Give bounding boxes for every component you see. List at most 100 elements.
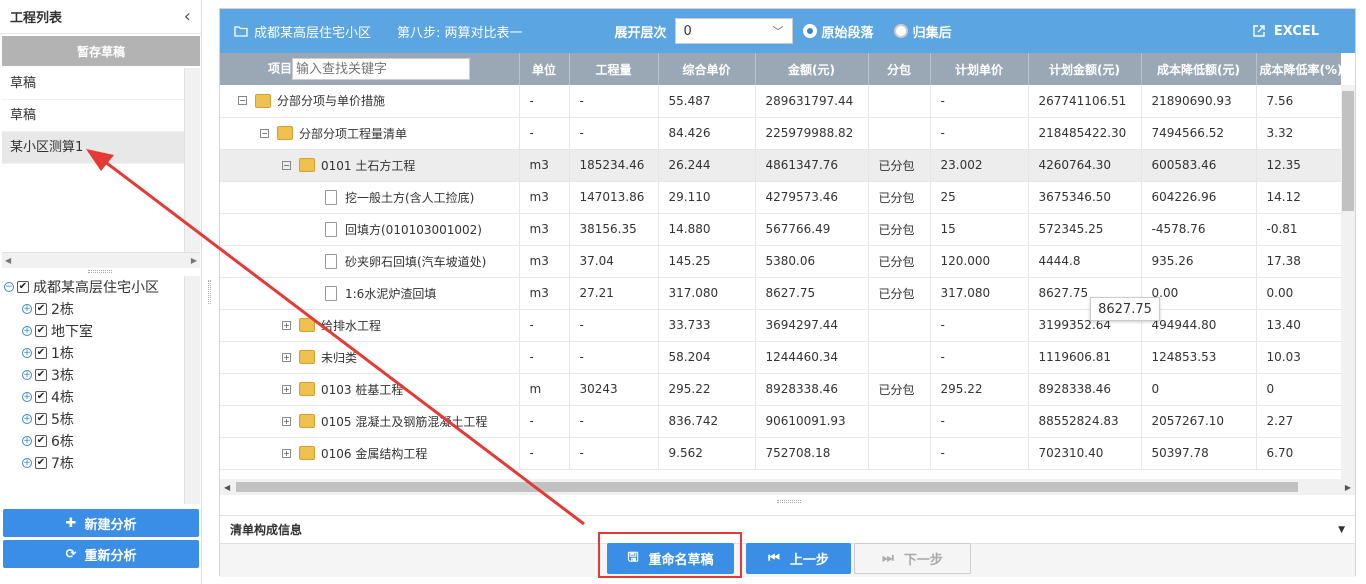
table-row[interactable]: +0103 桩基工程 m 30243 295.22 8928338.46 已分包 295.2… [220,373,1341,406]
cell-rate[interactable]: 12.35 [1256,149,1341,182]
cell-amount[interactable]: 752708.18 [755,437,869,470]
cell-plan-amount[interactable]: 218485422.30 [1028,117,1142,150]
tree-node[interactable]: + ✔ 6栋 [2,430,184,452]
scroll-left-arrow-icon[interactable]: ◀ [224,483,230,492]
cell-qty[interactable]: 30243 [569,373,659,406]
checkbox-checked-icon[interactable]: ✔ [35,347,47,359]
cell-unit[interactable]: - [519,405,570,438]
panel-splitter-handle[interactable] [88,270,112,273]
cell-project[interactable]: 1:6水泥炉渣回填 [220,277,520,310]
radio-unselected-icon[interactable] [893,24,908,38]
checkbox-checked-icon[interactable]: ✔ [35,413,47,425]
table-row[interactable]: + 未归类 - -58.204 1244460.34-1119606.81 124853.… [220,341,1341,374]
draft-list-hscrollbar[interactable]: ◀ ▶ [2,252,200,268]
cell-amount[interactable]: 8928338.46 [755,373,869,406]
col-header[interactable]: 成本降低额(元) [1141,53,1257,85]
table-row[interactable]: − 分部分项与单价措施 - -55.487 289631797.44-267741106… [220,85,1341,118]
cell-project[interactable]: 回填方(010103001002) [220,213,520,246]
cell-plan-amount[interactable]: 3675346.50 [1028,181,1142,214]
cell-reduce[interactable]: 7494566.52 [1141,117,1257,150]
col-header[interactable]: 金额(元) [755,53,869,85]
cell-qty[interactable]: 38156.35 [569,213,659,246]
cell-amount[interactable]: 567766.49 [755,213,869,246]
cell-qty[interactable]: - [569,405,659,438]
tree-node[interactable]: + ✔ 1栋 [2,342,184,364]
cell-plan-amount[interactable]: 1119606.81 [1028,341,1142,374]
cell-qty[interactable]: 37.04 [569,245,659,278]
cell-rate[interactable]: 3.32 [1256,117,1341,150]
cell-plan-price[interactable]: - [930,117,1029,150]
vertical-splitter[interactable] [203,0,218,584]
cell-plan-price[interactable]: - [930,437,1029,470]
cell-amount[interactable]: 4279573.46 [755,181,869,214]
col-header[interactable]: 单位 [519,53,570,85]
cell-sub[interactable] [868,437,931,470]
expand-toggle-icon[interactable]: + [282,448,291,458]
cell-qty[interactable]: - [569,437,659,470]
cell-sub[interactable] [868,117,931,150]
tree-expand-icon[interactable]: + [22,304,32,314]
tree-expand-icon[interactable]: + [22,458,32,468]
cell-price[interactable]: 317.080 [658,277,756,310]
horizontal-splitter-grip[interactable] [777,500,801,503]
expand-toggle-icon[interactable]: + [282,384,291,394]
cell-unit[interactable]: m3 [519,149,570,182]
expand-toggle-icon[interactable]: + [282,320,291,330]
search-input[interactable] [292,58,471,80]
cell-unit[interactable]: - [519,85,570,118]
col-header[interactable]: 计划金额(元) [1028,53,1142,85]
detail-section-header[interactable]: 清单构成信息 ▼ [220,515,1355,543]
cell-project[interactable]: +0103 桩基工程 [220,373,520,406]
draft-list-vscrollbar[interactable] [184,68,200,252]
cell-plan-price[interactable]: 23.002 [930,149,1029,182]
cell-price[interactable]: 29.110 [658,181,756,214]
cell-unit[interactable]: - [519,437,570,470]
table-row[interactable]: 砂夹卵石回填(汽车坡道处) m3 37.04 145.25 5380.06 已分包 120.… [220,245,1341,278]
cell-plan-price[interactable]: 25 [930,181,1029,214]
table-row[interactable]: − 0101 土石方工程 m3 185234.46 26.244 4861347.76 已分… [220,149,1341,182]
cell-unit[interactable]: m3 [519,245,570,278]
tree-expand-icon[interactable]: + [22,326,32,336]
collapse-chevron-icon[interactable]: ‹ [184,6,191,27]
tree-root[interactable]: − ✔ 成都某高层住宅小区 [2,276,184,298]
cell-qty[interactable]: 27.21 [569,277,659,310]
cell-rate[interactable]: 0 [1256,373,1341,406]
expand-toggle-icon[interactable]: + [282,416,291,426]
cell-project[interactable]: − 0101 土石方工程 [220,149,520,182]
cell-qty[interactable]: - [569,117,659,150]
cell-project[interactable]: 挖一般土方(含人工捡底) [220,181,520,214]
checkbox-checked-icon[interactable]: ✔ [17,281,29,293]
cell-unit[interactable]: m3 [519,277,570,310]
scroll-right-arrow-icon[interactable]: ▶ [1345,483,1351,492]
cell-plan-price[interactable]: 295.22 [930,373,1029,406]
cell-plan-amount[interactable]: 8928338.46 [1028,373,1142,406]
cell-sub[interactable] [868,341,931,374]
tree-vscrollbar[interactable] [184,276,200,504]
cell-project[interactable]: − 分部分项工程量清单 [220,117,520,150]
table-row[interactable]: − 分部分项工程量清单 - -84.426 225979988.82-218485422… [220,117,1341,150]
cell-project[interactable]: + 未归类 [220,341,520,374]
cell-plan-amount[interactable]: 267741106.51 [1028,85,1142,118]
cell-amount[interactable]: 3694297.44 [755,309,869,342]
cell-plan-amount[interactable]: 572345.25 [1028,213,1142,246]
next-step-button[interactable]: ⏭ 下一步 [854,543,971,574]
expand-toggle-icon[interactable]: + [282,352,291,362]
cell-reduce[interactable]: 21890690.93 [1141,85,1257,118]
checkbox-checked-icon[interactable]: ✔ [35,303,47,315]
cell-reduce[interactable]: 0 [1141,373,1257,406]
table-row[interactable]: + 给排水工程 - -33.733 3694297.44-3199352.64 49494… [220,309,1341,342]
scroll-thumb[interactable] [236,482,1298,492]
cell-unit[interactable]: - [519,341,570,374]
checkbox-checked-icon[interactable]: ✔ [35,435,47,447]
cell-rate[interactable]: 6.70 [1256,437,1341,470]
col-header[interactable]: 成本降低率(%) [1256,53,1341,85]
excel-export-button[interactable]: EXCEL [1252,9,1319,53]
rename-draft-button[interactable]: 🖫 重命名草稿 [607,543,734,574]
tree-expand-icon[interactable]: + [22,392,32,402]
cell-plan-amount[interactable]: 702310.40 [1028,437,1142,470]
cell-unit[interactable]: - [519,309,570,342]
cell-plan-amount[interactable]: 88552824.83 [1028,405,1142,438]
cell-project[interactable]: − 分部分项与单价措施 [220,85,520,118]
cell-sub[interactable]: 已分包 [868,277,931,310]
cell-price[interactable]: 145.25 [658,245,756,278]
